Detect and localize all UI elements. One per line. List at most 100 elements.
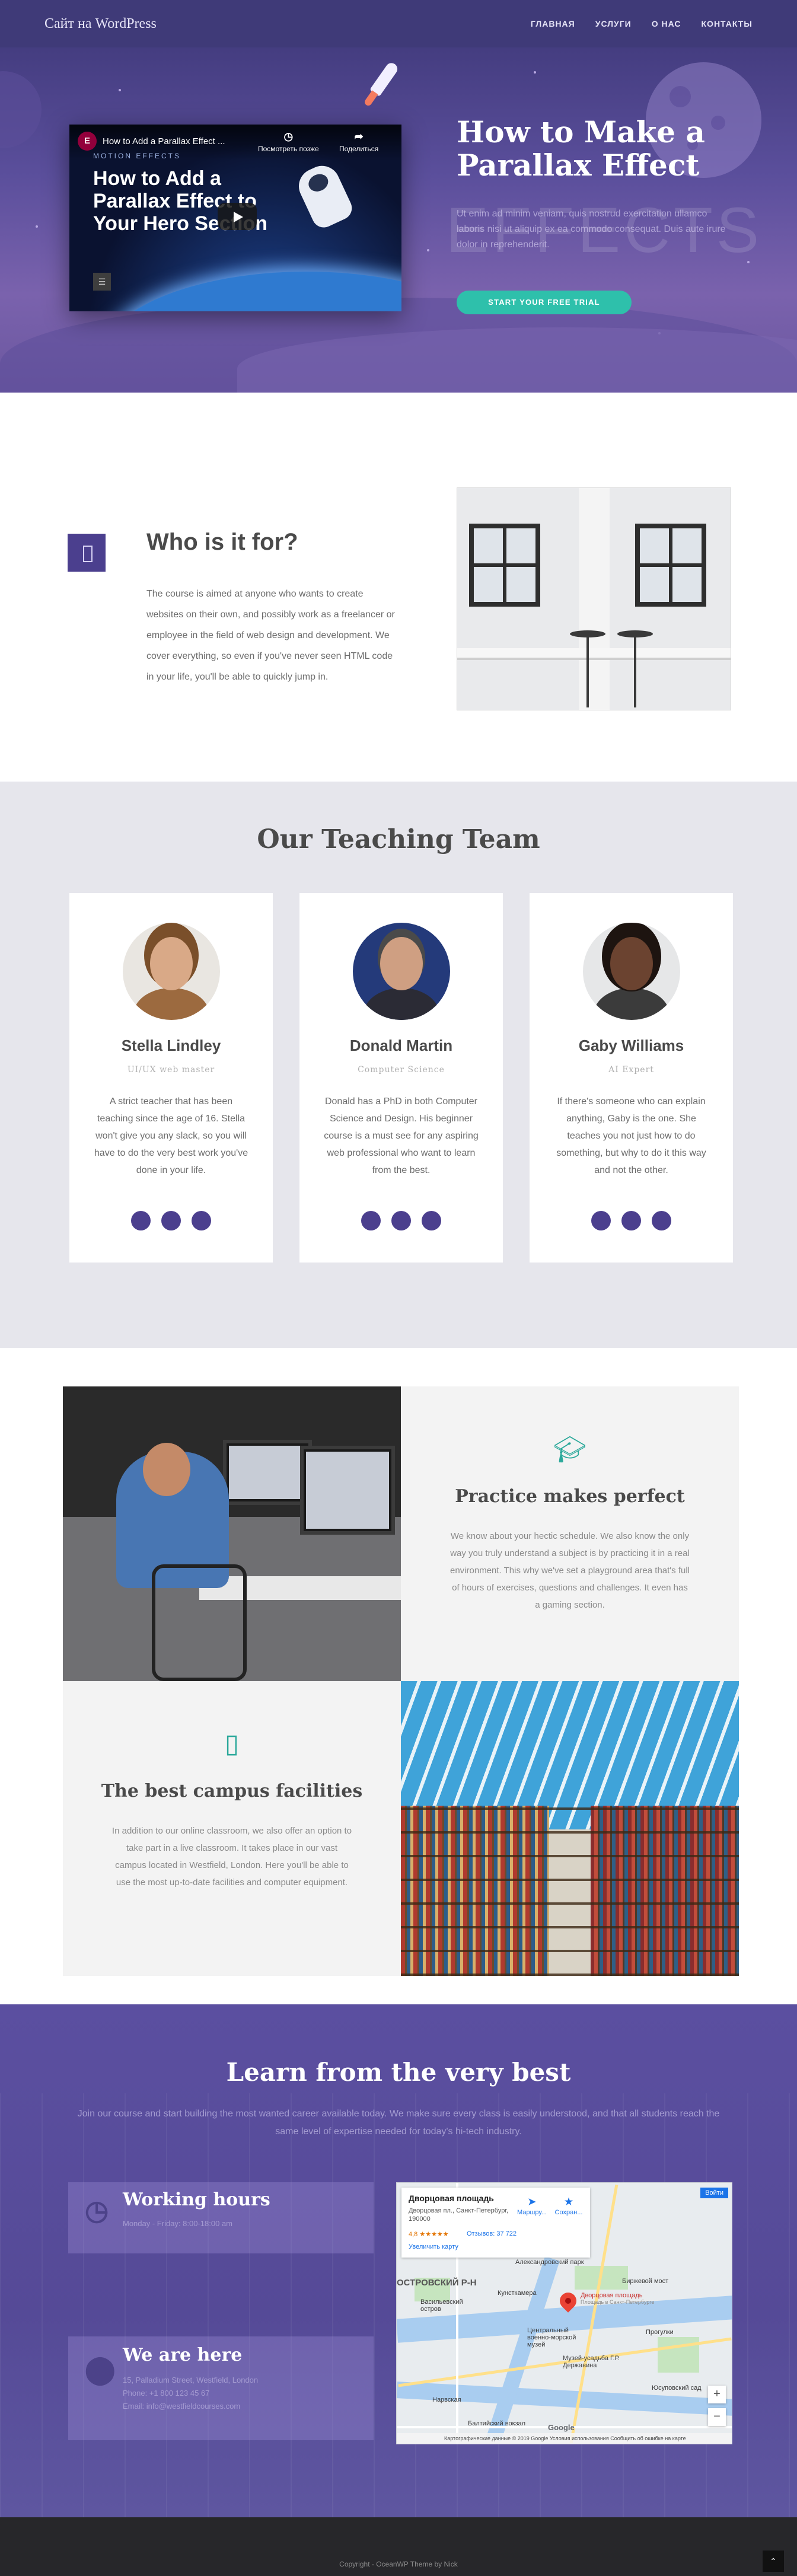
member-bio: If there's someone who can explain anyth… [556, 1096, 706, 1175]
place-reviews-link[interactable]: Отзывов: 37 722 [467, 2230, 517, 2237]
video-subtitle: MOTION EFFECTS [93, 152, 181, 160]
google-logo: Google [548, 2423, 575, 2432]
member-role: AI Expert [608, 1065, 654, 1075]
team-card: Stella Lindley UI/UX web master A strict… [69, 893, 273, 1263]
elementor-icon: ☰ [93, 273, 111, 291]
member-role: Computer Science [358, 1065, 445, 1075]
twitter-icon[interactable] [391, 1211, 411, 1230]
linkedin-icon[interactable] [192, 1211, 211, 1230]
map-label: Прогулки [646, 2329, 674, 2336]
zoom-in-button[interactable]: + [708, 2386, 726, 2403]
hero-description: Ut enim ad minim veniam, quis nostrud ex… [457, 209, 726, 250]
email-line: Email: info@westfieldcourses.com [123, 2402, 241, 2411]
map-label: Александровский парк [515, 2259, 584, 2266]
zoom-out-button[interactable]: − [708, 2408, 726, 2426]
save-place-button[interactable]: ★ Сохран... [551, 2196, 586, 2216]
site-title[interactable]: Сайт на WordPress [44, 16, 157, 32]
facebook-icon[interactable] [361, 1211, 381, 1230]
map-label: Юсуповский сад [652, 2384, 702, 2392]
social-links [69, 1211, 273, 1230]
bigger-map-link[interactable]: Увеличить карту [409, 2243, 458, 2250]
place-name: Дворцовая площадь [409, 2194, 494, 2203]
channel-logo-icon[interactable]: E [78, 132, 97, 151]
play-button[interactable] [218, 203, 257, 230]
rocket-decoration [355, 58, 404, 115]
address-line: 15, Palladium Street, Westfield, London [123, 2376, 259, 2384]
practice-text: We know about your hectic schedule. We a… [450, 1531, 690, 1610]
clock-icon: ◷ [283, 130, 294, 142]
member-name: Gaby Williams [578, 1037, 684, 1054]
place-address: Дворцовая пл., Санкт-Петербург, 190000 [409, 2207, 509, 2223]
video-embed[interactable]: E How to Add a Parallax Effect ... ◷ Посм… [69, 125, 401, 311]
member-bio: A strict teacher that has been teaching … [94, 1096, 248, 1175]
map-label: Балтийский вокзал [468, 2420, 526, 2427]
facebook-icon[interactable] [591, 1211, 611, 1230]
directions-icon: ➤ [528, 2197, 536, 2207]
library-photo [401, 1681, 739, 1976]
learn-title: Learn from the very best [226, 2058, 571, 2087]
features-section: 🎓︎ Practice makes perfect We know about … [0, 1348, 797, 2004]
planet-decoration [0, 71, 42, 148]
map-label: Нарвская [432, 2396, 461, 2403]
place-card: Дворцовая площадь Дворцовая пл., Санкт-П… [401, 2188, 590, 2258]
team-title: Our Teaching Team [257, 824, 540, 855]
classroom-photo [457, 487, 731, 710]
nav-item-home[interactable]: ГЛАВНАЯ [531, 19, 575, 28]
location-box: ⬤ We are here 15, Palladium Street, West… [68, 2336, 374, 2440]
social-links [299, 1211, 503, 1230]
star-decoration [427, 249, 429, 251]
practice-tile: 🎓︎ Practice makes perfect We know about … [401, 1386, 739, 1681]
campus-text: In addition to our online classroom, we … [111, 1826, 352, 1888]
map-label: Биржевой мост [622, 2278, 669, 2285]
member-role: UI/UX web master [127, 1065, 215, 1075]
share-icon: ➦ [354, 130, 364, 142]
map-label: Центральный военно-морской музей [527, 2327, 576, 2348]
video-title[interactable]: How to Add a Parallax Effect ... [103, 136, 225, 146]
phone-icon: ▯ [224, 1729, 240, 1758]
social-links [530, 1211, 733, 1230]
nav-item-about[interactable]: О НАС [652, 19, 681, 28]
who-text: The course is aimed at anyone who wants … [146, 589, 395, 682]
team-card: Donald Martin Computer Science Donald ha… [299, 893, 503, 1263]
map-attribution: Картографические данные © 2019 Google Ус… [397, 2433, 732, 2444]
linkedin-icon[interactable] [422, 1211, 441, 1230]
map-pin-label: Дворцовая площадь Площадь в Санкт-Петербу… [581, 2292, 655, 2305]
star-icon: ★ [564, 2197, 573, 2207]
hours-line: Monday - Friday: 8:00-18:00 am [123, 2219, 232, 2228]
hours-title: Working hours [123, 2189, 270, 2210]
member-name: Donald Martin [349, 1037, 453, 1054]
site-header: Сайт на WordPress ГЛАВНАЯ УСЛУГИ О НАС К… [0, 0, 797, 47]
graduation-cap-icon: 🎓︎ [553, 1435, 586, 1464]
start-trial-button[interactable]: START YOUR FREE TRIAL [457, 291, 632, 314]
map-pin-icon: ⬤ [85, 2354, 116, 2384]
practice-title: Practice makes perfect [455, 1486, 685, 1507]
team-card: Gaby Williams AI Expert If there's someo… [530, 893, 733, 1263]
map-label: Васильевский остров [420, 2298, 463, 2313]
facebook-icon[interactable] [131, 1211, 151, 1230]
linkedin-icon[interactable] [652, 1211, 671, 1230]
hours-box: ◷ Working hours Monday - Friday: 8:00-18… [68, 2182, 374, 2253]
hero-title: How to Make a Parallax Effect [457, 114, 705, 183]
campus-tile: ▯ The best campus facilities In addition… [63, 1681, 401, 1976]
map-sign-in-button[interactable]: Войти [700, 2188, 728, 2198]
copyright: Copyright - OceanWP Theme by Nick [339, 2560, 458, 2568]
map-label: Кунсткамера [498, 2290, 537, 2297]
site-footer: Copyright - OceanWP Theme by Nick ⌃ [0, 2517, 797, 2576]
member-name: Stella Lindley [121, 1037, 221, 1054]
scroll-to-top-button[interactable]: ⌃ [763, 2551, 784, 2572]
watch-later-button[interactable]: ◷ Посмотреть позже [258, 130, 319, 153]
location-title: We are here [123, 2345, 243, 2365]
learn-section: Learn from the very best Join our course… [0, 2004, 797, 2517]
google-map[interactable]: Александровский парк Васильевский остров… [396, 2182, 732, 2444]
hero-text-block: How to Make a Parallax Effect [457, 116, 753, 182]
nav-item-services[interactable]: УСЛУГИ [595, 19, 632, 28]
who-section: Who is it for? The course is aimed at an… [0, 393, 797, 782]
star-decoration [36, 225, 38, 228]
nav-item-contacts[interactable]: КОНТАКТЫ [702, 19, 753, 28]
twitter-icon[interactable] [621, 1211, 641, 1230]
avatar [353, 923, 450, 1020]
directions-button[interactable]: ➤ Маршру... [514, 2196, 550, 2216]
share-button[interactable]: ➦ Поделиться [339, 130, 378, 153]
member-bio: Donald has a PhD in both Computer Scienc… [324, 1096, 479, 1175]
twitter-icon[interactable] [161, 1211, 181, 1230]
